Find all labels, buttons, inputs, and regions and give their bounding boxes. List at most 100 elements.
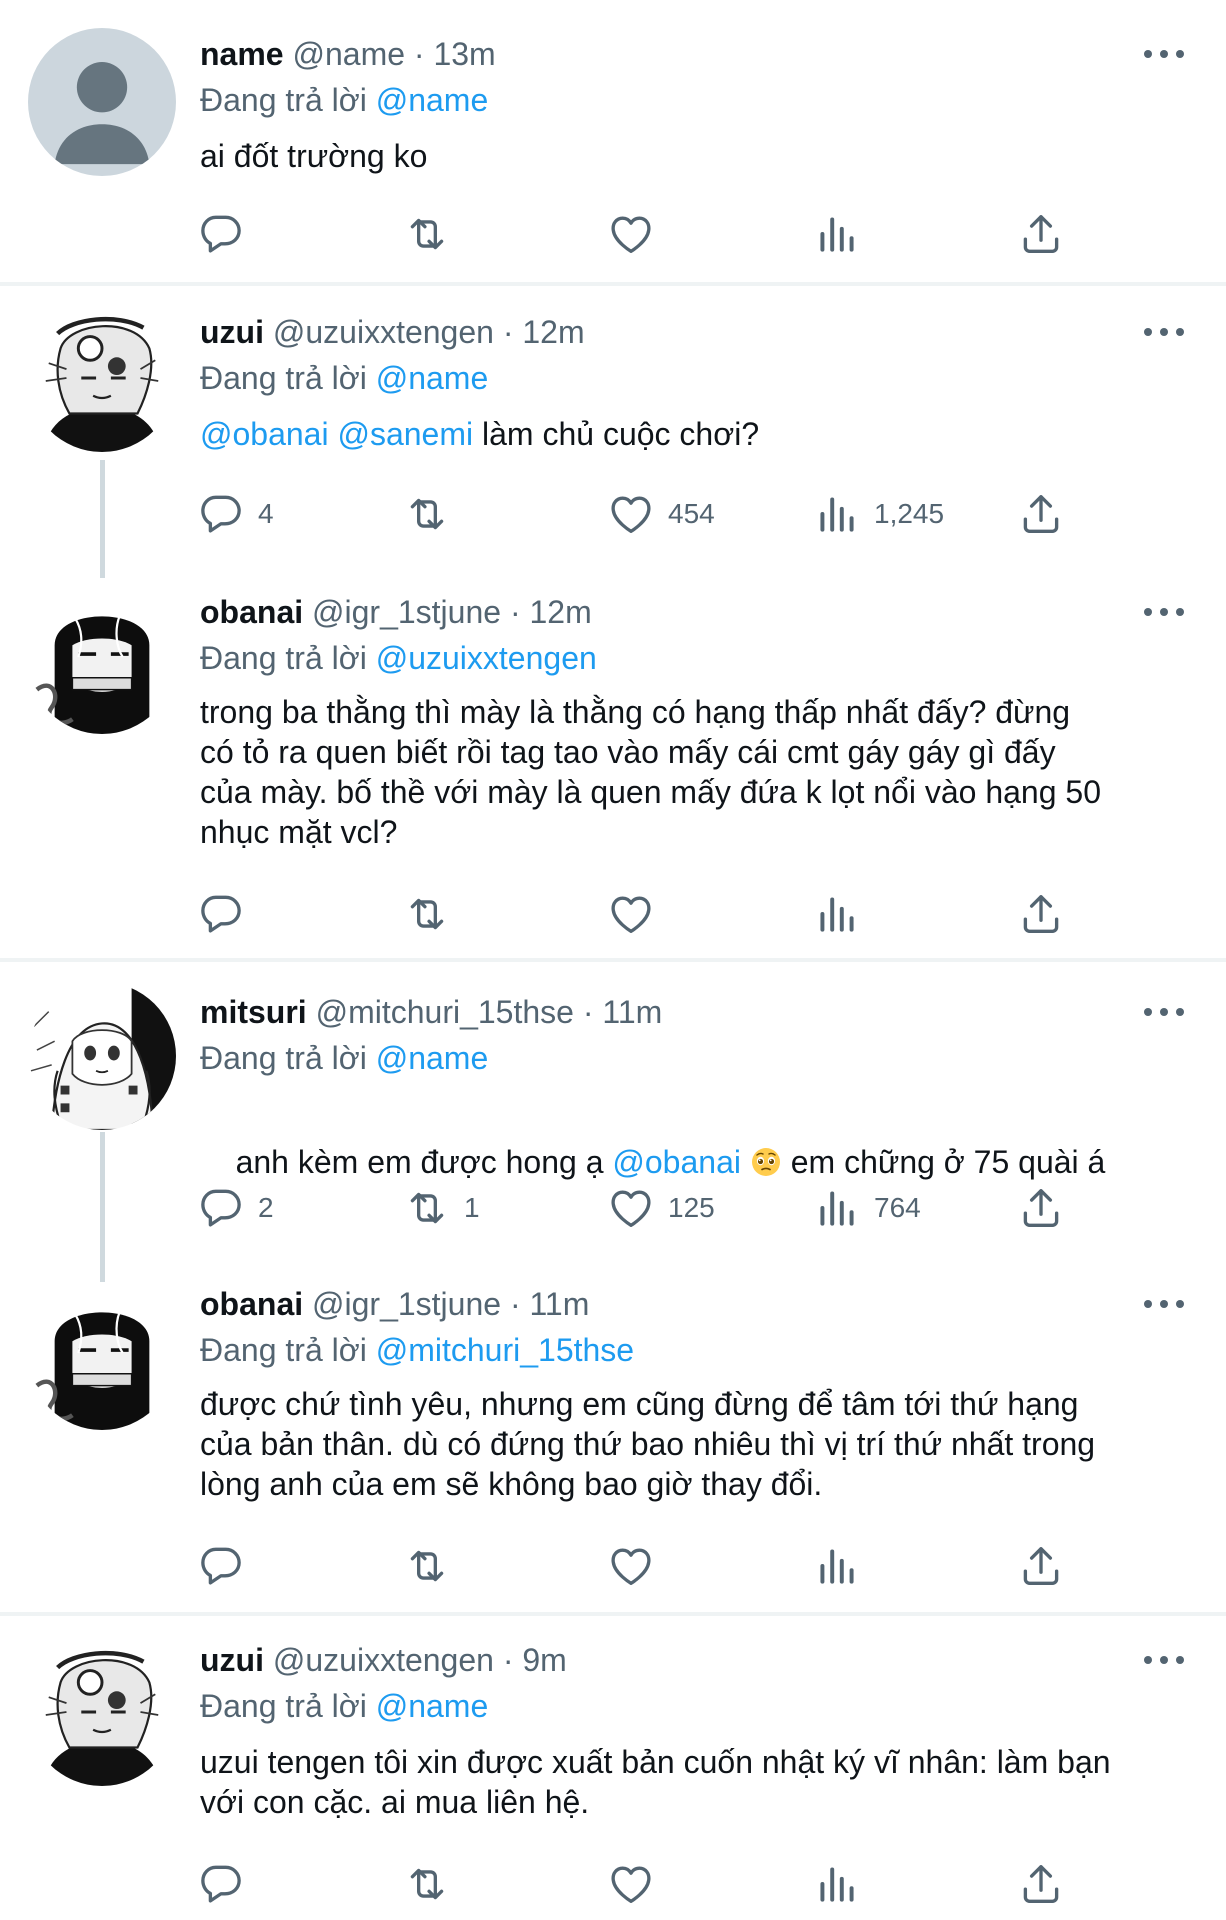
share-icon [1016,1183,1066,1233]
mention-link[interactable]: @obanai [612,1144,741,1180]
separator: · [413,36,425,72]
avatar[interactable] [28,304,176,452]
share-icon [1016,489,1066,539]
views-button[interactable]: 1,245 [812,486,944,542]
tweet-text: được chứ tình yêu, nhưng em cũng đừng để… [200,1384,1190,1504]
mention-link[interactable]: @sanemi [337,416,473,452]
tweet[interactable]: obanai @igr_1stjune · 12m Đang trả lời @… [0,576,1226,960]
display-name[interactable]: obanai [200,1286,303,1322]
replying-to: Đang trả lời @name [200,1686,488,1726]
share-button[interactable] [1016,206,1066,262]
user-handle[interactable]: @mitchuri_15thse [316,994,574,1030]
reply-button[interactable] [196,886,258,942]
like-button[interactable]: 125 [606,1180,715,1236]
avatar[interactable] [28,28,176,176]
timestamp[interactable]: 11m [529,1286,589,1322]
avatar[interactable] [28,1638,176,1786]
reply-count: 4 [258,498,274,529]
more-icon[interactable] [1144,34,1184,74]
retweet-button[interactable] [402,886,464,942]
views-icon [812,209,862,259]
replying-mention[interactable]: @name [376,82,489,118]
views-button[interactable] [812,1856,874,1912]
action-bar: 4 454 1,245 [196,486,1086,542]
display-name[interactable]: mitsuri [200,994,307,1030]
timestamp[interactable]: 12m [522,314,584,350]
reply-button[interactable]: 4 [196,486,274,542]
timestamp[interactable]: 12m [529,594,591,630]
replying-mention[interactable]: @uzuixxtengen [376,640,597,676]
tweet[interactable]: uzui @uzuixxtengen · 9m Đang trả lời @na… [0,1616,1226,1920]
display-name[interactable]: name [200,36,284,72]
reply-button[interactable]: 2 [196,1180,274,1236]
reply-icon [196,489,246,539]
mention-link[interactable]: @obanai [200,416,329,452]
retweet-icon [402,489,452,539]
like-button[interactable] [606,1538,668,1594]
timestamp[interactable]: 13m [433,36,495,72]
like-button[interactable]: 454 [606,486,715,542]
tweet-text-line: được chứ tình yêu, nhưng em cũng đừng để… [200,1386,1079,1422]
replying-mention[interactable]: @mitchuri_15thse [376,1332,634,1368]
views-button[interactable]: 764 [812,1180,921,1236]
timestamp[interactable]: 9m [522,1642,566,1678]
more-icon[interactable] [1144,1640,1184,1680]
views-button[interactable] [812,1538,874,1594]
user-handle[interactable]: @igr_1stjune [312,1286,501,1322]
more-icon[interactable] [1144,992,1184,1032]
retweet-button[interactable]: 1 [402,1180,480,1236]
more-icon[interactable] [1144,1284,1184,1324]
replying-label: Đang trả lời [200,82,367,118]
avatar[interactable] [28,586,176,734]
user-handle[interactable]: @uzuixxtengen [273,314,494,350]
tweet-text-line: của mày. bố thề với mày là quen mấy đứa … [200,774,1101,810]
replying-mention[interactable]: @name [376,1040,489,1076]
display-name[interactable]: obanai [200,594,303,630]
retweet-button[interactable] [402,1538,464,1594]
like-icon [606,889,656,939]
tweet[interactable]: uzui @uzuixxtengen · 12m Đang trả lời @n… [0,286,1226,576]
retweet-button[interactable] [402,206,464,262]
separator: · [509,594,521,630]
timestamp[interactable]: 11m [602,994,662,1030]
user-handle[interactable]: @igr_1stjune [312,594,501,630]
views-icon [812,1859,862,1909]
reply-button[interactable] [196,206,258,262]
views-button[interactable] [812,206,874,262]
share-button[interactable] [1016,1180,1066,1236]
separator: · [509,1286,521,1322]
retweet-icon [402,1859,452,1909]
avatar[interactable] [28,1282,176,1430]
share-button[interactable] [1016,886,1066,942]
user-handle[interactable]: @uzuixxtengen [273,1642,494,1678]
more-icon[interactable] [1144,312,1184,352]
replying-mention[interactable]: @name [376,1688,489,1724]
retweet-button[interactable] [402,486,464,542]
tweet[interactable]: name @name · 13m Đang trả lời @name ai đ… [0,0,1226,282]
share-button[interactable] [1016,486,1066,542]
retweet-button[interactable] [402,1856,464,1912]
like-button[interactable] [606,1856,668,1912]
action-bar [196,886,1086,942]
like-button[interactable] [606,206,668,262]
reply-button[interactable] [196,1856,258,1912]
tweet-text: trong ba thằng thì mày là thằng có hạng … [200,692,1190,852]
display-name[interactable]: uzui [200,1642,264,1678]
tweet-text-part: em chững ở 75 quài á [781,1144,1106,1180]
reply-button[interactable] [196,1538,258,1594]
tweet[interactable]: obanai @igr_1stjune · 11m Đang trả lời @… [0,1282,1226,1612]
avatar[interactable] [28,982,176,1130]
user-handle[interactable]: @name [292,36,405,72]
share-button[interactable] [1016,1856,1066,1912]
retweet-icon [402,1541,452,1591]
separator: · [582,994,594,1030]
like-icon [606,1183,656,1233]
replying-mention[interactable]: @name [376,360,489,396]
replying-to: Đang trả lời @name [200,80,488,120]
tweet[interactable]: mitsuri @mitchuri_15thse · 11m Đang trả … [0,962,1226,1282]
more-icon[interactable] [1144,592,1184,632]
views-button[interactable] [812,886,874,942]
like-button[interactable] [606,886,668,942]
share-button[interactable] [1016,1538,1066,1594]
display-name[interactable]: uzui [200,314,264,350]
